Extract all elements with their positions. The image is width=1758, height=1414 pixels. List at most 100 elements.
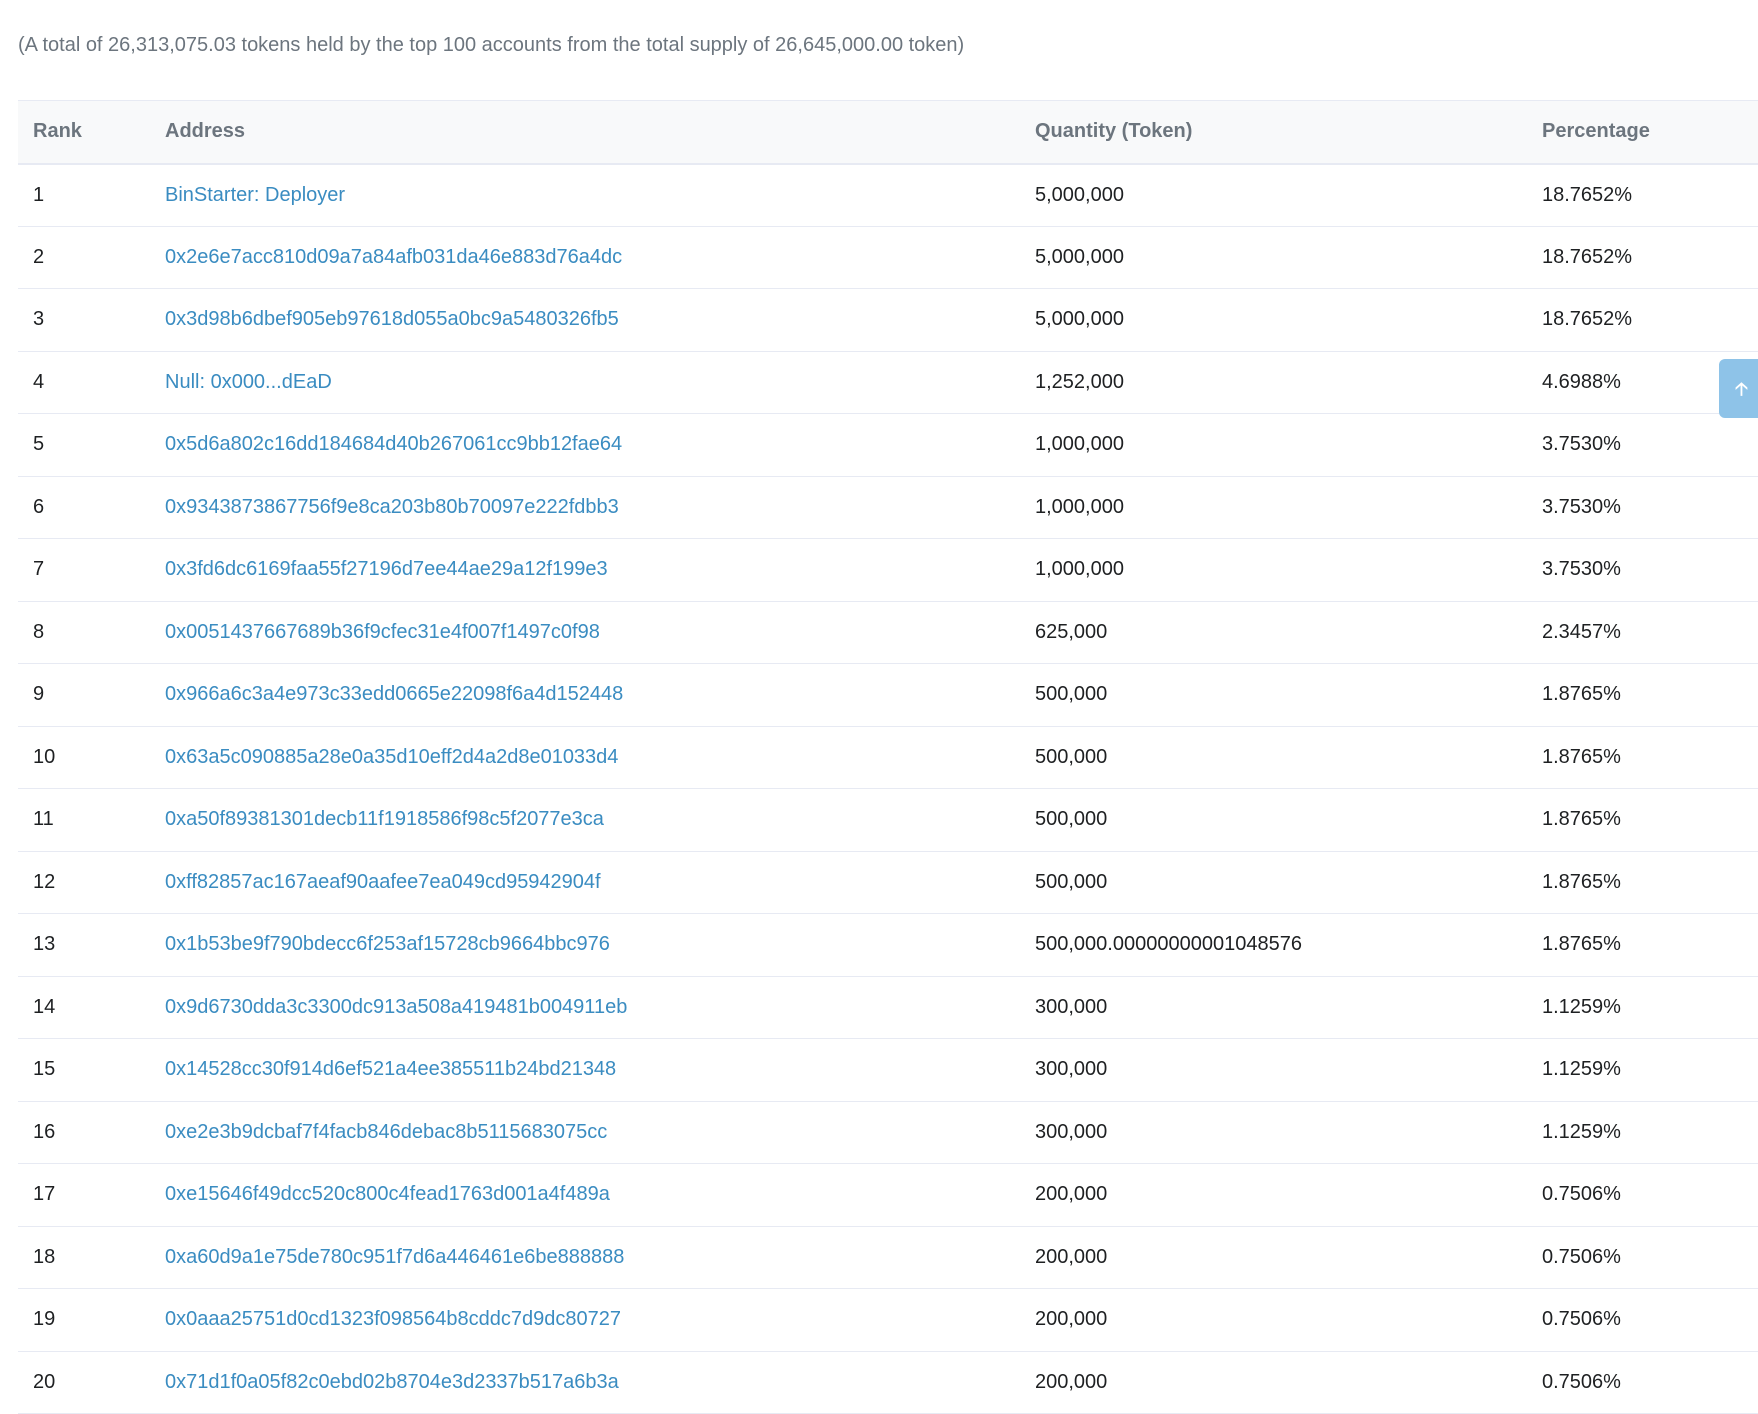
table-row: 2 0x2e6e7acc810d09a7a84afb031da46e883d76a… [18, 226, 1758, 289]
table-row: 11 0xa50f89381301decb11f1918586f98c5f2077… [18, 788, 1758, 852]
address-cell: 0xe15646f49dcc520c800c4fead1763d001a4f48… [150, 1163, 1020, 1227]
table-row: 10 0x63a5c090885a28e0a35d10eff2d4a2d8e010… [18, 726, 1758, 789]
quantity-cell: 5,000,000 [1020, 226, 1527, 289]
quantity-cell: 200,000 [1020, 1351, 1527, 1414]
percentage-cell: 0.7506% [1527, 1226, 1758, 1289]
address-link[interactable]: 0x2e6e7acc810d09a7a84afb031da46e883d76a4… [165, 246, 622, 268]
percentage-cell: 3.7530% [1527, 413, 1758, 477]
percentage-cell: 1.8765% [1527, 913, 1758, 977]
quantity-cell: 300,000 [1020, 976, 1527, 1039]
scroll-to-top-button[interactable]: 🡡 [1719, 359, 1758, 418]
column-header-quantity: Quantity (Token) [1020, 100, 1527, 165]
percentage-cell: 1.1259% [1527, 1101, 1758, 1164]
address-cell: 0xa50f89381301decb11f1918586f98c5f2077e3… [150, 788, 1020, 852]
address-link[interactable]: 0x14528cc30f914d6ef521a4ee385511b24bd213… [165, 1058, 616, 1080]
table-row: 9 0x966a6c3a4e973c33edd0665e22098f6a4d152… [18, 663, 1758, 727]
address-cell: 0x1b53be9f790bdecc6f253af15728cb9664bbc9… [150, 913, 1020, 977]
table-row: 5 0x5d6a802c16dd184684d40b267061cc9bb12fa… [18, 413, 1758, 477]
percentage-cell: 18.7652% [1527, 163, 1758, 227]
address-cell: 0x14528cc30f914d6ef521a4ee385511b24bd213… [150, 1038, 1020, 1102]
address-cell: 0x5d6a802c16dd184684d40b267061cc9bb12fae… [150, 413, 1020, 477]
rank-cell: 6 [18, 476, 150, 539]
address-cell: 0x71d1f0a05f82c0ebd02b8704e3d2337b517a6b… [150, 1351, 1020, 1414]
address-cell: 0x966a6c3a4e973c33edd0665e22098f6a4d1524… [150, 663, 1020, 727]
rank-cell: 14 [18, 976, 150, 1039]
table-row: 19 0x0aaa25751d0cd1323f098564b8cddc7d9dc8… [18, 1288, 1758, 1352]
address-link[interactable]: 0xa50f89381301decb11f1918586f98c5f2077e3… [165, 808, 604, 830]
table-row: 13 0x1b53be9f790bdecc6f253af15728cb9664bb… [18, 913, 1758, 977]
quantity-cell: 200,000 [1020, 1163, 1527, 1227]
quantity-cell: 1,000,000 [1020, 413, 1527, 477]
rank-cell: 5 [18, 413, 150, 477]
table-row: 18 0xa60d9a1e75de780c951f7d6a446461e6be88… [18, 1226, 1758, 1289]
quantity-cell: 200,000 [1020, 1288, 1527, 1352]
rank-cell: 19 [18, 1288, 150, 1352]
quantity-cell: 1,252,000 [1020, 351, 1527, 414]
table-row: 8 0x0051437667689b36f9cfec31e4f007f1497c0… [18, 601, 1758, 664]
table-row: 12 0xff82857ac167aeaf90aafee7ea049cd95942… [18, 851, 1758, 914]
address-link[interactable]: 0x1b53be9f790bdecc6f253af15728cb9664bbc9… [165, 933, 610, 955]
arrow-up-icon: 🡡 [1735, 378, 1748, 399]
rank-cell: 3 [18, 288, 150, 352]
table-header-row: Rank Address Quantity (Token) Percentage [18, 100, 1758, 165]
address-link[interactable]: BinStarter: Deployer [165, 184, 345, 206]
table-row: 14 0x9d6730dda3c3300dc913a508a419481b0049… [18, 976, 1758, 1039]
address-link[interactable]: Null: 0x000...dEaD [165, 371, 332, 393]
percentage-cell: 1.8765% [1527, 726, 1758, 789]
address-cell: BinStarter: Deployer [150, 163, 1020, 227]
rank-cell: 18 [18, 1226, 150, 1289]
quantity-cell: 5,000,000 [1020, 288, 1527, 352]
quantity-cell: 500,000.00000000001048576 [1020, 913, 1527, 977]
percentage-cell: 0.7506% [1527, 1351, 1758, 1414]
percentage-cell: 0.7506% [1527, 1288, 1758, 1352]
table-row: 17 0xe15646f49dcc520c800c4fead1763d001a4f… [18, 1163, 1758, 1227]
quantity-cell: 1,000,000 [1020, 538, 1527, 602]
percentage-cell: 2.3457% [1527, 601, 1758, 664]
address-link[interactable]: 0x71d1f0a05f82c0ebd02b8704e3d2337b517a6b… [165, 1371, 619, 1393]
column-header-address: Address [150, 100, 1020, 165]
percentage-cell: 18.7652% [1527, 226, 1758, 289]
address-cell: Null: 0x000...dEaD [150, 351, 1020, 414]
table-row: 16 0xe2e3b9dcbaf7f4facb846debac8b51156830… [18, 1101, 1758, 1164]
address-cell: 0x0051437667689b36f9cfec31e4f007f1497c0f… [150, 601, 1020, 664]
address-link[interactable]: 0x0051437667689b36f9cfec31e4f007f1497c0f… [165, 621, 600, 643]
address-link[interactable]: 0x63a5c090885a28e0a35d10eff2d4a2d8e01033… [165, 746, 618, 768]
address-link[interactable]: 0x3d98b6dbef905eb97618d055a0bc9a5480326f… [165, 308, 619, 330]
address-link[interactable]: 0xe15646f49dcc520c800c4fead1763d001a4f48… [165, 1183, 610, 1205]
quantity-cell: 300,000 [1020, 1038, 1527, 1102]
address-link[interactable]: 0x9d6730dda3c3300dc913a508a419481b004911… [165, 996, 627, 1018]
percentage-cell: 3.7530% [1527, 476, 1758, 539]
table-header: Rank Address Quantity (Token) Percentage [18, 100, 1758, 165]
table-row: 3 0x3d98b6dbef905eb97618d055a0bc9a5480326… [18, 288, 1758, 352]
rank-cell: 20 [18, 1351, 150, 1414]
quantity-cell: 1,000,000 [1020, 476, 1527, 539]
token-holders-table-container: Rank Address Quantity (Token) Percentage… [18, 100, 1758, 1414]
address-cell: 0x9343873867756f9e8ca203b80b70097e222fdb… [150, 476, 1020, 539]
table-row: 15 0x14528cc30f914d6ef521a4ee385511b24bd2… [18, 1038, 1758, 1102]
table-row: 20 0x71d1f0a05f82c0ebd02b8704e3d2337b517a… [18, 1351, 1758, 1414]
address-link[interactable]: 0x966a6c3a4e973c33edd0665e22098f6a4d1524… [165, 683, 623, 705]
percentage-cell: 0.7506% [1527, 1163, 1758, 1227]
token-holders-table: Rank Address Quantity (Token) Percentage… [18, 100, 1758, 1414]
address-cell: 0x2e6e7acc810d09a7a84afb031da46e883d76a4… [150, 226, 1020, 289]
percentage-cell: 1.8765% [1527, 851, 1758, 914]
percentage-cell: 1.8765% [1527, 663, 1758, 727]
column-header-percentage: Percentage [1527, 100, 1758, 165]
address-link[interactable]: 0x9343873867756f9e8ca203b80b70097e222fdb… [165, 496, 619, 518]
percentage-cell: 1.1259% [1527, 1038, 1758, 1102]
address-link[interactable]: 0xff82857ac167aeaf90aafee7ea049cd9594290… [165, 871, 601, 893]
table-row: 1 BinStarter: Deployer 5,000,000 18.7652% [18, 163, 1758, 227]
rank-cell: 12 [18, 851, 150, 914]
address-cell: 0x3fd6dc6169faa55f27196d7ee44ae29a12f199… [150, 538, 1020, 602]
address-link[interactable]: 0x0aaa25751d0cd1323f098564b8cddc7d9dc807… [165, 1308, 621, 1330]
address-cell: 0xe2e3b9dcbaf7f4facb846debac8b5115683075… [150, 1101, 1020, 1164]
address-link[interactable]: 0xe2e3b9dcbaf7f4facb846debac8b5115683075… [165, 1121, 607, 1143]
address-link[interactable]: 0x3fd6dc6169faa55f27196d7ee44ae29a12f199… [165, 558, 608, 580]
percentage-cell: 1.8765% [1527, 788, 1758, 852]
address-link[interactable]: 0x5d6a802c16dd184684d40b267061cc9bb12fae… [165, 433, 622, 455]
rank-cell: 8 [18, 601, 150, 664]
rank-cell: 17 [18, 1163, 150, 1227]
address-cell: 0x0aaa25751d0cd1323f098564b8cddc7d9dc807… [150, 1288, 1020, 1352]
address-link[interactable]: 0xa60d9a1e75de780c951f7d6a446461e6be8888… [165, 1246, 624, 1268]
quantity-cell: 625,000 [1020, 601, 1527, 664]
